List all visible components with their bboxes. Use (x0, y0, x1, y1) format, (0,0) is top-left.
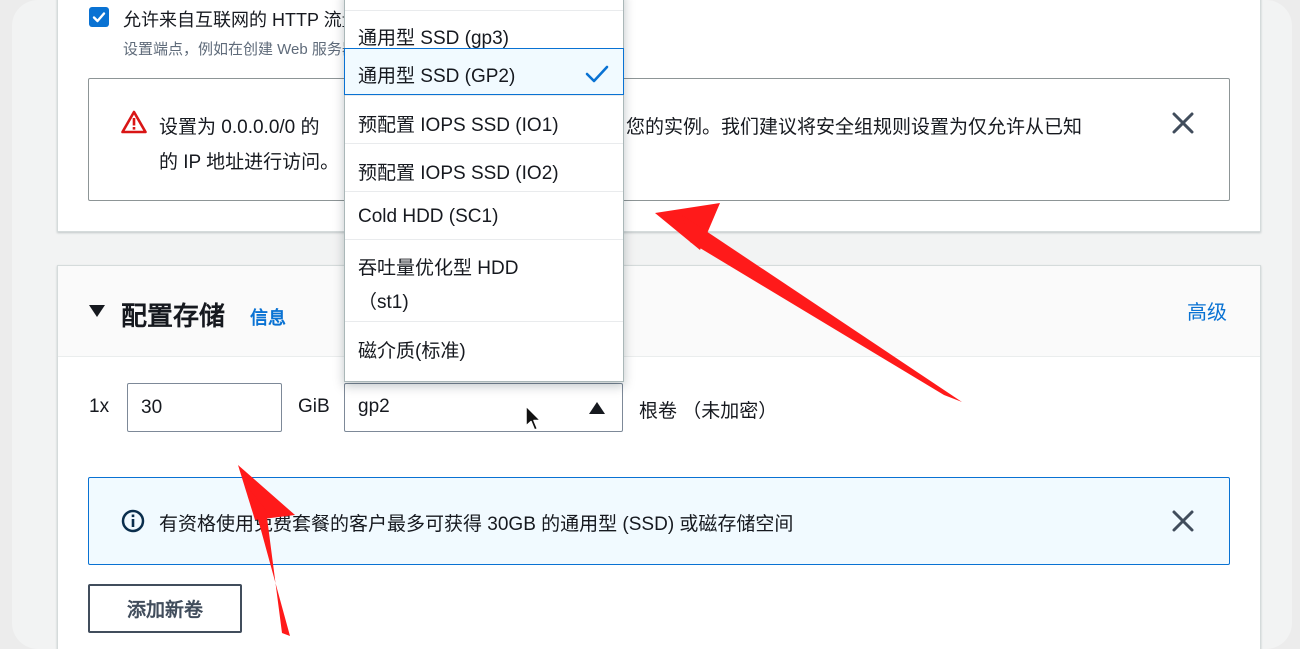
warning-text-line2: 的 IP 地址进行访问。 (159, 152, 340, 173)
volume-type-value: gp2 (358, 396, 390, 417)
dropdown-option-io2[interactable]: 预配置 IOPS SSD (IO2) (345, 143, 623, 191)
selected-check-icon (585, 65, 609, 83)
info-close-icon[interactable] (1170, 508, 1196, 534)
section-title: 配置存储 (121, 301, 226, 331)
volume-quantity-label: 1x (89, 396, 110, 417)
warning-text-line1-end: 您的实例。我们建议将安全组规则设置为仅允许从已知 (626, 117, 1083, 138)
warning-text-line1: 设置为 0.0.0.0/0 的 (159, 117, 320, 138)
dropdown-option-gp3[interactable]: 通用型 SSD (gp3) (345, 10, 623, 49)
free-tier-info-text: 有资格使用免费套餐的客户最多可获得 30GB 的通用型 (SSD) 或磁存储空间 (159, 514, 794, 535)
checkmark-icon (92, 12, 106, 23)
dropdown-option-io1[interactable]: 预配置 IOPS SSD (IO1) (345, 95, 623, 143)
dropdown-option-st1[interactable]: 吞吐量优化型 HDD （st1) (345, 239, 623, 321)
warning-icon (121, 110, 147, 134)
volume-type-select[interactable]: gp2 (344, 383, 623, 432)
dropdown-option-gp2[interactable]: 通用型 SSD (GP2) (344, 48, 624, 95)
add-new-volume-button[interactable]: 添加新卷 (88, 584, 242, 633)
volume-size-input[interactable] (127, 383, 282, 432)
caret-up-icon (589, 402, 605, 414)
info-link[interactable]: 信息 (250, 304, 286, 330)
collapse-caret-icon[interactable] (88, 304, 106, 318)
http-traffic-description: 设置端点，例如在创建 Web 服务器时 (123, 41, 372, 58)
advanced-link[interactable]: 高级 (1187, 296, 1227, 325)
security-warning-alert (88, 78, 1230, 201)
storage-panel-header (58, 266, 1260, 357)
info-icon (121, 509, 145, 533)
mouse-cursor-icon (525, 405, 542, 431)
http-traffic-checkbox[interactable] (89, 7, 109, 27)
root-volume-label: 根卷 （未加密） (639, 401, 778, 422)
dropdown-option-standard[interactable]: 磁介质(标准) (345, 321, 623, 383)
size-unit-label: GiB (298, 396, 330, 417)
volume-type-dropdown: 通用型 SSD (gp3) 通用型 SSD (GP2) 预配置 IOPS SSD… (344, 0, 624, 382)
warning-close-icon[interactable] (1170, 110, 1196, 136)
dropdown-option-sc1[interactable]: Cold HDD (SC1) (345, 191, 623, 239)
http-traffic-label: 允许来自互联网的 HTTP 流量 (123, 10, 360, 30)
